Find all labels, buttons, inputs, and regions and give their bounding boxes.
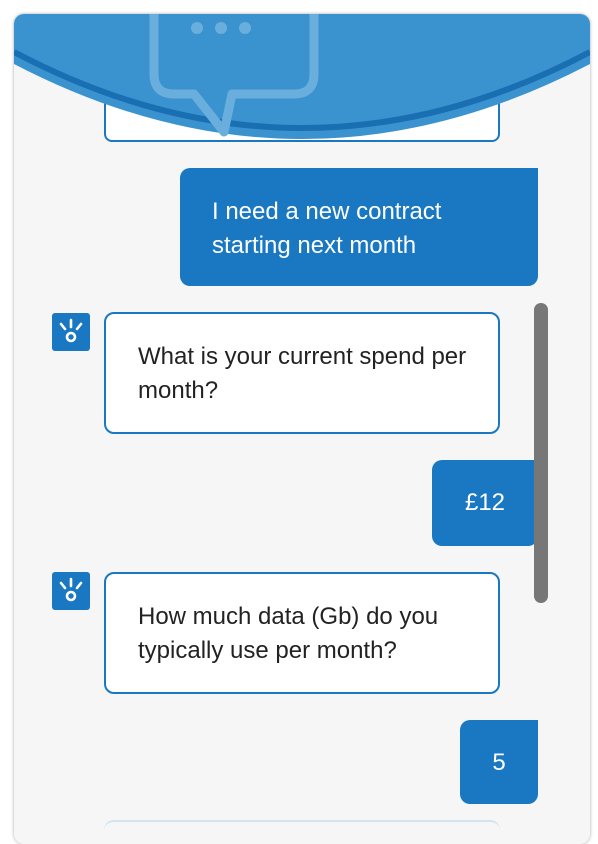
bot-logo-icon bbox=[52, 313, 90, 351]
user-message: 5 bbox=[460, 720, 538, 804]
chat-header bbox=[14, 14, 590, 139]
bot-message-text: What is your current spend per month? bbox=[138, 343, 467, 404]
user-message-text: £12 bbox=[464, 489, 506, 516]
bot-message: What is your current spend per month? bbox=[104, 312, 500, 434]
bot-logo-icon bbox=[52, 572, 90, 610]
next-message-bubble bbox=[104, 820, 500, 842]
chat-window: I need a new contract starting next mont… bbox=[14, 14, 590, 844]
bot-message: How much data (Gb) do you typically use … bbox=[104, 572, 500, 694]
user-message: £12 bbox=[432, 460, 538, 546]
user-message-text: 5 bbox=[492, 749, 506, 776]
scrollbar-thumb[interactable] bbox=[534, 303, 548, 603]
bot-message-text: How much data (Gb) do you typically use … bbox=[138, 603, 439, 664]
user-message-text: I need a new contract starting next mont… bbox=[212, 198, 442, 259]
user-message: I need a new contract starting next mont… bbox=[180, 168, 538, 286]
